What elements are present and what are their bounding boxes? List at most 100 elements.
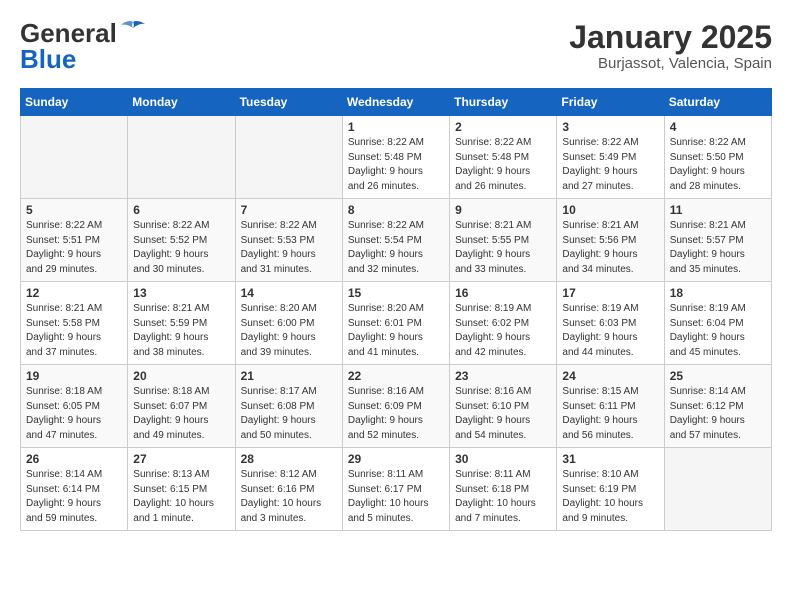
- calendar-cell: 9 Sunrise: 8:21 AM Sunset: 5:55 PM Daylig…: [450, 199, 557, 282]
- logo: General Blue: [20, 20, 147, 72]
- calendar-cell: [235, 116, 342, 199]
- day-number: 11: [670, 203, 766, 217]
- calendar-cell: 24Sunrise: 8:15 AM Sunset: 6:11 PM Dayli…: [557, 365, 664, 448]
- day-number: 2: [455, 120, 551, 134]
- day-info: Sunrise: 8:11 AM Sunset: 6:17 PM Dayligh…: [348, 468, 444, 526]
- day-number: 13: [133, 286, 229, 300]
- day-info: Sunrise: 8:19 AM Sunset: 6:04 PM Dayligh…: [670, 302, 766, 360]
- weekday-header-row: SundayMondayTuesdayWednesdayThursdayFrid…: [21, 89, 772, 116]
- day-number: 23: [455, 369, 551, 383]
- day-info: Sunrise: 8:22 AM Sunset: 5:51 PM Dayligh…: [26, 219, 122, 277]
- day-info: Sunrise: 8:20 AM Sunset: 6:01 PM Dayligh…: [348, 302, 444, 360]
- day-number: 22: [348, 369, 444, 383]
- calendar-cell: 15 Sunrise: 8:20 AM Sunset: 6:01 PM Dayli…: [342, 282, 449, 365]
- day-number: 14: [241, 286, 337, 300]
- day-number: 16: [455, 286, 551, 300]
- day-info: Sunrise: 8:22 AM Sunset: 5:48 PM Dayligh…: [348, 136, 444, 194]
- day-info: Sunrise: 8:22 AM Sunset: 5:49 PM Dayligh…: [562, 136, 658, 194]
- day-info: Sunrise: 8:22 AM Sunset: 5:53 PM Dayligh…: [241, 219, 337, 277]
- day-number: 30: [455, 452, 551, 466]
- calendar-week-4: 19Sunrise: 8:18 AM Sunset: 6:05 PM Dayli…: [21, 365, 772, 448]
- calendar-cell: 18 Sunrise: 8:19 AM Sunset: 6:04 PM Dayli…: [664, 282, 771, 365]
- day-info: Sunrise: 8:18 AM Sunset: 6:07 PM Dayligh…: [133, 385, 229, 443]
- day-number: 9: [455, 203, 551, 217]
- day-number: 8: [348, 203, 444, 217]
- day-number: 15: [348, 286, 444, 300]
- title-block: January 2025 Burjassot, Valencia, Spain: [569, 20, 772, 72]
- calendar-cell: 11 Sunrise: 8:21 AM Sunset: 5:57 PM Dayli…: [664, 199, 771, 282]
- calendar-cell: 4 Sunrise: 8:22 AM Sunset: 5:50 PM Daylig…: [664, 116, 771, 199]
- calendar-cell: 26 Sunrise: 8:14 AM Sunset: 6:14 PM Dayli…: [21, 448, 128, 531]
- day-number: 1: [348, 120, 444, 134]
- calendar-cell: 14Sunrise: 8:20 AM Sunset: 6:00 PM Dayli…: [235, 282, 342, 365]
- weekday-header-friday: Friday: [557, 89, 664, 116]
- day-info: Sunrise: 8:14 AM Sunset: 6:14 PM Dayligh…: [26, 468, 122, 526]
- day-number: 24: [562, 369, 658, 383]
- weekday-header-thursday: Thursday: [450, 89, 557, 116]
- day-number: 6: [133, 203, 229, 217]
- day-info: Sunrise: 8:17 AM Sunset: 6:08 PM Dayligh…: [241, 385, 337, 443]
- calendar-cell: [21, 116, 128, 199]
- logo-blue: Blue: [20, 46, 147, 72]
- calendar-cell: 19Sunrise: 8:18 AM Sunset: 6:05 PM Dayli…: [21, 365, 128, 448]
- calendar-cell: [128, 116, 235, 199]
- weekday-header-tuesday: Tuesday: [235, 89, 342, 116]
- calendar-table: SundayMondayTuesdayWednesdayThursdayFrid…: [20, 88, 772, 531]
- calendar-cell: 1 Sunrise: 8:22 AM Sunset: 5:48 PM Daylig…: [342, 116, 449, 199]
- location-subtitle: Burjassot, Valencia, Spain: [569, 55, 772, 72]
- calendar-cell: 6Sunrise: 8:22 AM Sunset: 5:52 PM Daylig…: [128, 199, 235, 282]
- day-number: 12: [26, 286, 122, 300]
- day-number: 20: [133, 369, 229, 383]
- weekday-header-monday: Monday: [128, 89, 235, 116]
- day-number: 17: [562, 286, 658, 300]
- day-info: Sunrise: 8:19 AM Sunset: 6:02 PM Dayligh…: [455, 302, 551, 360]
- calendar-week-1: 1 Sunrise: 8:22 AM Sunset: 5:48 PM Daylig…: [21, 116, 772, 199]
- calendar-cell: 10 Sunrise: 8:21 AM Sunset: 5:56 PM Dayli…: [557, 199, 664, 282]
- day-number: 10: [562, 203, 658, 217]
- calendar-cell: 7Sunrise: 8:22 AM Sunset: 5:53 PM Daylig…: [235, 199, 342, 282]
- day-info: Sunrise: 8:21 AM Sunset: 5:57 PM Dayligh…: [670, 219, 766, 277]
- weekday-header-sunday: Sunday: [21, 89, 128, 116]
- day-info: Sunrise: 8:11 AM Sunset: 6:18 PM Dayligh…: [455, 468, 551, 526]
- calendar-cell: 20 Sunrise: 8:18 AM Sunset: 6:07 PM Dayli…: [128, 365, 235, 448]
- calendar-cell: 29 Sunrise: 8:11 AM Sunset: 6:17 PM Dayli…: [342, 448, 449, 531]
- day-number: 5: [26, 203, 122, 217]
- calendar-cell: 23 Sunrise: 8:16 AM Sunset: 6:10 PM Dayli…: [450, 365, 557, 448]
- calendar-cell: 31Sunrise: 8:10 AM Sunset: 6:19 PM Dayli…: [557, 448, 664, 531]
- day-info: Sunrise: 8:21 AM Sunset: 5:56 PM Dayligh…: [562, 219, 658, 277]
- day-info: Sunrise: 8:21 AM Sunset: 5:55 PM Dayligh…: [455, 219, 551, 277]
- day-info: Sunrise: 8:12 AM Sunset: 6:16 PM Dayligh…: [241, 468, 337, 526]
- calendar-cell: 5 Sunrise: 8:22 AM Sunset: 5:51 PM Daylig…: [21, 199, 128, 282]
- logo-general: General: [20, 20, 117, 46]
- day-number: 27: [133, 452, 229, 466]
- day-info: Sunrise: 8:22 AM Sunset: 5:50 PM Dayligh…: [670, 136, 766, 194]
- calendar-cell: 8 Sunrise: 8:22 AM Sunset: 5:54 PM Daylig…: [342, 199, 449, 282]
- day-number: 26: [26, 452, 122, 466]
- day-info: Sunrise: 8:21 AM Sunset: 5:58 PM Dayligh…: [26, 302, 122, 360]
- calendar-week-5: 26 Sunrise: 8:14 AM Sunset: 6:14 PM Dayli…: [21, 448, 772, 531]
- calendar-cell: 27Sunrise: 8:13 AM Sunset: 6:15 PM Dayli…: [128, 448, 235, 531]
- calendar-week-2: 5 Sunrise: 8:22 AM Sunset: 5:51 PM Daylig…: [21, 199, 772, 282]
- calendar-week-3: 12 Sunrise: 8:21 AM Sunset: 5:58 PM Dayli…: [21, 282, 772, 365]
- weekday-header-saturday: Saturday: [664, 89, 771, 116]
- calendar-cell: 21Sunrise: 8:17 AM Sunset: 6:08 PM Dayli…: [235, 365, 342, 448]
- day-number: 3: [562, 120, 658, 134]
- calendar-cell: 25 Sunrise: 8:14 AM Sunset: 6:12 PM Dayli…: [664, 365, 771, 448]
- weekday-header-wednesday: Wednesday: [342, 89, 449, 116]
- calendar-cell: 28Sunrise: 8:12 AM Sunset: 6:16 PM Dayli…: [235, 448, 342, 531]
- day-info: Sunrise: 8:22 AM Sunset: 5:54 PM Dayligh…: [348, 219, 444, 277]
- day-number: 4: [670, 120, 766, 134]
- day-info: Sunrise: 8:10 AM Sunset: 6:19 PM Dayligh…: [562, 468, 658, 526]
- day-info: Sunrise: 8:14 AM Sunset: 6:12 PM Dayligh…: [670, 385, 766, 443]
- day-info: Sunrise: 8:21 AM Sunset: 5:59 PM Dayligh…: [133, 302, 229, 360]
- calendar-cell: 16 Sunrise: 8:19 AM Sunset: 6:02 PM Dayli…: [450, 282, 557, 365]
- day-number: 25: [670, 369, 766, 383]
- day-number: 29: [348, 452, 444, 466]
- calendar-cell: 22Sunrise: 8:16 AM Sunset: 6:09 PM Dayli…: [342, 365, 449, 448]
- page-header: General Blue January 2025 Burjassot, Val…: [20, 20, 772, 72]
- calendar-cell: 30 Sunrise: 8:11 AM Sunset: 6:18 PM Dayli…: [450, 448, 557, 531]
- day-info: Sunrise: 8:16 AM Sunset: 6:10 PM Dayligh…: [455, 385, 551, 443]
- day-number: 18: [670, 286, 766, 300]
- calendar-cell: 17Sunrise: 8:19 AM Sunset: 6:03 PM Dayli…: [557, 282, 664, 365]
- calendar-cell: 3 Sunrise: 8:22 AM Sunset: 5:49 PM Daylig…: [557, 116, 664, 199]
